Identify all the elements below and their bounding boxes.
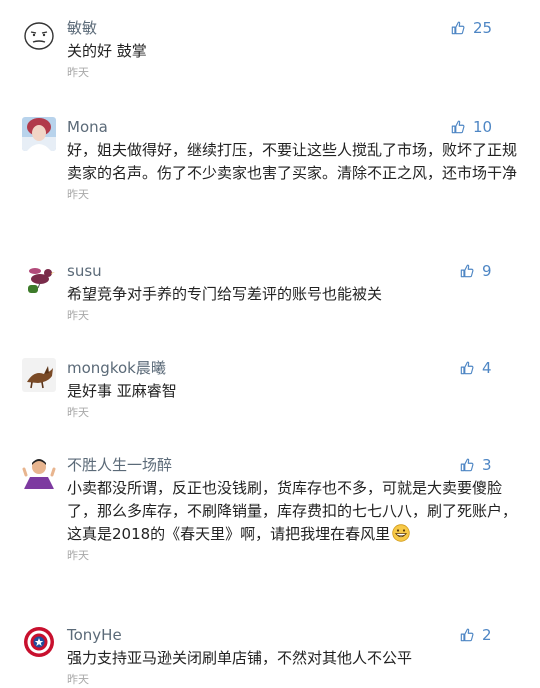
like-button[interactable]: 2 bbox=[460, 625, 492, 645]
like-count: 9 bbox=[482, 262, 492, 280]
comment-username[interactable]: susu bbox=[67, 261, 520, 281]
like-count: 3 bbox=[482, 456, 492, 474]
comment-time: 昨天 bbox=[67, 66, 89, 79]
photo-avatar[interactable] bbox=[22, 117, 56, 151]
meme-face-avatar[interactable] bbox=[22, 18, 56, 52]
like-button[interactable]: 4 bbox=[460, 358, 492, 378]
thumbs-up-icon bbox=[451, 120, 465, 134]
thumbs-up-icon bbox=[460, 458, 474, 472]
like-button[interactable]: 10 bbox=[451, 117, 492, 137]
like-button[interactable]: 25 bbox=[451, 18, 492, 38]
like-button[interactable]: 9 bbox=[460, 261, 492, 281]
comment-text: 强力支持亚马逊关闭刷单店铺，不然对其他人不公平 bbox=[67, 649, 413, 667]
like-count: 10 bbox=[473, 118, 493, 136]
shield-avatar[interactable] bbox=[22, 625, 56, 659]
comment-time: 昨天 bbox=[67, 406, 89, 419]
comment-username[interactable]: TonyHe bbox=[67, 625, 520, 645]
thumbs-up-icon bbox=[460, 628, 474, 642]
comment-body: mongkok晨曦 是好事 亚麻睿智 昨天 bbox=[67, 358, 520, 421]
comment-text: 希望竞争对手养的专门给写差评的账号也能被关 bbox=[67, 285, 383, 303]
like-count: 25 bbox=[473, 19, 493, 37]
comment-text: 是好事 亚麻睿智 bbox=[67, 382, 177, 400]
comment-username[interactable]: 不胜人生一场醉 bbox=[67, 455, 520, 475]
comment-username[interactable]: mongkok晨曦 bbox=[67, 358, 520, 378]
comment-body: 不胜人生一场醉 小卖都没所谓，反正也没钱刷，货库存也不多，可就是大卖要傻脸了，那… bbox=[67, 455, 520, 564]
bird-avatar[interactable] bbox=[22, 261, 56, 295]
grinning-emoji-icon bbox=[392, 524, 410, 542]
comment-body: TonyHe 强力支持亚马逊关闭刷单店铺，不然对其他人不公平 昨天 bbox=[67, 625, 520, 688]
thumbs-up-icon bbox=[460, 264, 474, 278]
person-avatar[interactable] bbox=[22, 455, 56, 489]
like-count: 2 bbox=[482, 626, 492, 644]
comment-text-content: 小卖都没所谓，反正也没钱刷，货库存也不多，可就是大卖要傻脸了，那么多库存，不刷降… bbox=[67, 479, 518, 543]
comment-text: 关的好 鼓掌 bbox=[67, 42, 147, 60]
comment-time: 昨天 bbox=[67, 673, 89, 686]
comment-time: 昨天 bbox=[67, 309, 89, 322]
like-count: 4 bbox=[482, 359, 492, 377]
like-button[interactable]: 3 bbox=[460, 455, 492, 475]
comment-text: 好，姐夫做得好，继续打压，不要让这些人搅乱了市场，败坏了正规卖家的名声。伤了不少… bbox=[67, 141, 518, 182]
comment-time: 昨天 bbox=[67, 549, 89, 562]
thumbs-up-icon bbox=[451, 21, 465, 35]
comment-time: 昨天 bbox=[67, 188, 89, 201]
comment-text: 小卖都没所谓，反正也没钱刷，货库存也不多，可就是大卖要傻脸了，那么多库存，不刷降… bbox=[67, 477, 520, 546]
animal-avatar[interactable] bbox=[22, 358, 56, 392]
comment-body: susu 希望竞争对手养的专门给写差评的账号也能被关 昨天 bbox=[67, 261, 520, 324]
thumbs-up-icon bbox=[460, 361, 474, 375]
